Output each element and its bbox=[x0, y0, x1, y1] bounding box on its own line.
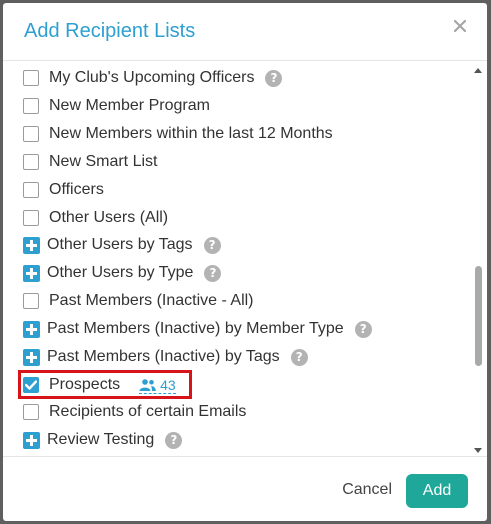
checkbox[interactable] bbox=[23, 210, 39, 226]
help-icon[interactable]: ? bbox=[290, 348, 308, 366]
list-item[interactable]: Past Members (Inactive) by Member Type? bbox=[23, 317, 372, 341]
scrollbar[interactable] bbox=[472, 65, 484, 455]
close-icon bbox=[454, 20, 466, 32]
checkbox[interactable] bbox=[23, 182, 39, 198]
checkbox[interactable] bbox=[23, 126, 39, 142]
scroll-up-arrow[interactable] bbox=[472, 65, 484, 75]
help-icon[interactable]: ? bbox=[204, 264, 222, 282]
help-icon[interactable]: ? bbox=[265, 69, 283, 87]
list-item-label: Review Testing bbox=[47, 431, 155, 448]
triangle-down-icon bbox=[474, 447, 482, 453]
list-item[interactable]: New Member Program bbox=[23, 94, 210, 118]
checkbox[interactable] bbox=[23, 404, 39, 420]
plus-icon[interactable] bbox=[23, 348, 40, 366]
checkbox[interactable] bbox=[23, 154, 39, 170]
add-button[interactable]: Add bbox=[406, 474, 468, 508]
plus-icon[interactable] bbox=[23, 431, 40, 449]
list-item[interactable]: Recipients of certain Emails bbox=[23, 400, 246, 424]
list-item[interactable]: Past Members (Inactive) by Tags? bbox=[23, 345, 308, 369]
recipient-list-body[interactable]: My Club's Upcoming Officers? New Member P… bbox=[3, 61, 487, 456]
list-item-label: Past Members (Inactive - All) bbox=[49, 292, 254, 309]
list-item[interactable]: Review Testing? bbox=[23, 428, 183, 452]
help-icon[interactable]: ? bbox=[203, 236, 221, 254]
list-item[interactable]: Prospects 43 bbox=[23, 373, 176, 397]
scroll-down-arrow[interactable] bbox=[472, 445, 484, 455]
scroll-track[interactable] bbox=[475, 77, 482, 443]
checkbox[interactable] bbox=[23, 98, 39, 114]
member-count-link[interactable]: 43 bbox=[139, 377, 176, 394]
list-item-label: Prospects bbox=[49, 376, 121, 393]
list-item[interactable]: My Club's Upcoming Officers? bbox=[23, 66, 283, 90]
list-item-label: New Smart List bbox=[49, 153, 158, 170]
help-icon[interactable]: ? bbox=[354, 320, 372, 338]
list-item-label: Recipients of certain Emails bbox=[49, 403, 247, 420]
plus-icon[interactable] bbox=[23, 236, 40, 254]
dialog-header: Add Recipient Lists bbox=[3, 3, 487, 61]
users-icon bbox=[139, 378, 156, 391]
list-item-label: Officers bbox=[49, 181, 104, 198]
checkbox-checked[interactable] bbox=[23, 377, 39, 393]
close-button[interactable] bbox=[449, 15, 471, 37]
member-count: 43 bbox=[160, 376, 176, 393]
list-item-label: New Member Program bbox=[49, 97, 210, 114]
scroll-thumb[interactable] bbox=[475, 266, 482, 366]
checkbox[interactable] bbox=[23, 293, 39, 309]
recipient-list: My Club's Upcoming Officers? New Member P… bbox=[3, 61, 467, 456]
list-item[interactable]: Other Users (All) bbox=[23, 206, 168, 230]
list-item[interactable]: New Smart List bbox=[23, 150, 157, 174]
help-icon[interactable]: ? bbox=[165, 431, 183, 449]
list-item-label: Past Members (Inactive) by Member Type bbox=[47, 320, 344, 337]
list-item-label: Other Users by Type bbox=[47, 264, 194, 281]
list-item[interactable]: Past Members (Inactive - All) bbox=[23, 289, 254, 313]
list-item-label: Past Members (Inactive) by Tags bbox=[47, 348, 280, 365]
list-item[interactable]: Other Users by Tags? bbox=[23, 233, 221, 257]
cancel-button[interactable]: Cancel bbox=[342, 481, 392, 499]
plus-icon[interactable] bbox=[23, 264, 40, 282]
add-recipient-lists-dialog: Add Recipient Lists My Club's Upcoming O… bbox=[3, 3, 487, 521]
list-item[interactable]: New Members within the last 12 Months bbox=[23, 122, 333, 146]
list-item-label: Other Users (All) bbox=[49, 209, 169, 226]
checkmark-icon bbox=[25, 380, 37, 390]
triangle-up-icon bbox=[474, 67, 482, 73]
plus-icon[interactable] bbox=[23, 320, 40, 338]
list-item-label: New Members within the last 12 Months bbox=[49, 125, 333, 142]
dialog-title: Add Recipient Lists bbox=[24, 20, 196, 42]
dialog-footer: Cancel Add bbox=[3, 456, 487, 521]
checkbox[interactable] bbox=[23, 70, 39, 86]
list-item[interactable]: Other Users by Type? bbox=[23, 261, 222, 285]
list-item-label: My Club's Upcoming Officers bbox=[49, 69, 255, 86]
list-item-label: Other Users by Tags bbox=[47, 236, 193, 253]
list-item[interactable]: Officers bbox=[23, 178, 104, 202]
